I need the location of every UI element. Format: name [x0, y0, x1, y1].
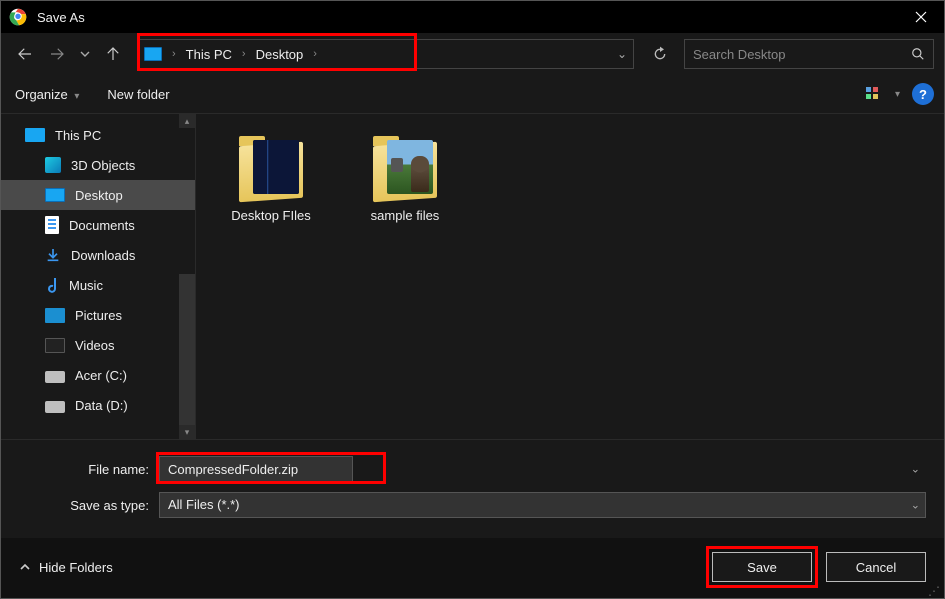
- desktop-icon: [45, 188, 65, 202]
- documents-icon: [45, 216, 59, 234]
- breadcrumb-history-icon[interactable]: ⌄: [617, 47, 627, 61]
- scroll-down-button[interactable]: ▾: [179, 425, 195, 439]
- drive-icon: [45, 401, 65, 413]
- breadcrumb[interactable]: › This PC › Desktop › ⌄: [139, 39, 634, 69]
- filename-input[interactable]: [159, 456, 353, 482]
- folder-icon: Zi mento di arc: [229, 132, 313, 202]
- close-button[interactable]: [898, 1, 944, 33]
- titlebar: Save As: [1, 1, 944, 33]
- toolbar: Organize ▾ New folder ▾ ?: [1, 75, 944, 113]
- navbar: › This PC › Desktop › ⌄: [1, 33, 944, 75]
- view-mode-button[interactable]: [863, 81, 889, 107]
- sidebar-item-desktop[interactable]: Desktop: [1, 180, 195, 210]
- sidebar-item-label: This PC: [55, 128, 101, 143]
- nav-back-button[interactable]: [11, 40, 39, 68]
- folder-sample-files[interactable]: sample files: [350, 124, 460, 232]
- save-button[interactable]: Save: [712, 552, 812, 582]
- chrome-icon: [9, 8, 27, 26]
- sidebar-item-label: Pictures: [75, 308, 122, 323]
- sidebar-item-label: Videos: [75, 338, 115, 353]
- resize-grip[interactable]: ⋰: [928, 588, 940, 594]
- savetype-label: Save as type:: [19, 498, 149, 513]
- filename-label: File name:: [19, 462, 149, 477]
- breadcrumb-this-pc[interactable]: This PC: [182, 40, 236, 68]
- downloads-icon: [45, 247, 61, 263]
- 3d-objects-icon: [45, 157, 61, 173]
- recent-locations-button[interactable]: [75, 40, 95, 68]
- folder-label: sample files: [371, 208, 440, 224]
- sidebar-item-label: Documents: [69, 218, 135, 233]
- chevron-right-icon: ›: [311, 48, 319, 60]
- sidebar-item-pictures[interactable]: Pictures: [1, 300, 195, 330]
- sidebar: ▴ ▾ This PC 3D Objects Desktop Documents: [1, 114, 196, 439]
- help-button[interactable]: ?: [912, 83, 934, 105]
- sidebar-item-drive-c[interactable]: Acer (C:): [1, 360, 195, 390]
- sidebar-item-videos[interactable]: Videos: [1, 330, 195, 360]
- pictures-icon: [45, 308, 65, 323]
- chevron-right-icon: ›: [170, 48, 178, 60]
- sidebar-item-label: Acer (C:): [75, 368, 127, 383]
- window-title: Save As: [37, 10, 85, 25]
- sidebar-item-documents[interactable]: Documents: [1, 210, 195, 240]
- drive-icon: [45, 371, 65, 383]
- sidebar-item-label: 3D Objects: [71, 158, 135, 173]
- videos-icon: [45, 338, 65, 353]
- folder-label: Desktop FIles: [231, 208, 310, 224]
- refresh-button[interactable]: [646, 40, 674, 68]
- chevron-down-icon: ▾: [74, 91, 79, 102]
- savetype-select[interactable]: All Files (*.*): [159, 492, 926, 518]
- pc-icon: [25, 128, 45, 142]
- folder-desktop-files[interactable]: Zi mento di arc Desktop FIles: [216, 124, 326, 232]
- cancel-button[interactable]: Cancel: [826, 552, 926, 582]
- sidebar-item-label: Data (D:): [75, 398, 128, 413]
- chevron-down-icon: ▾: [895, 89, 900, 100]
- search-input[interactable]: [693, 47, 925, 62]
- music-icon: [45, 276, 59, 294]
- nav-forward-button[interactable]: [43, 40, 71, 68]
- sidebar-item-drive-d[interactable]: Data (D:): [1, 390, 195, 420]
- new-folder-button[interactable]: New folder: [107, 87, 169, 102]
- search-box[interactable]: [684, 39, 934, 69]
- action-bar: Hide Folders Save Cancel: [1, 538, 944, 598]
- sidebar-item-label: Desktop: [75, 188, 123, 203]
- breadcrumb-desktop[interactable]: Desktop: [252, 40, 308, 68]
- save-as-dialog: Save As › This PC › Desktop › ⌄: [0, 0, 945, 599]
- chevron-down-icon[interactable]: ⌄: [911, 463, 920, 476]
- chevron-right-icon: ›: [240, 48, 248, 60]
- sidebar-this-pc[interactable]: This PC: [1, 120, 195, 150]
- sidebar-item-3d-objects[interactable]: 3D Objects: [1, 150, 195, 180]
- scrollbar-thumb[interactable]: [179, 274, 195, 434]
- scroll-up-button[interactable]: ▴: [179, 114, 195, 128]
- sidebar-item-label: Music: [69, 278, 103, 293]
- sidebar-item-music[interactable]: Music: [1, 270, 195, 300]
- hide-folders-button[interactable]: Hide Folders: [19, 560, 113, 575]
- search-icon: [911, 47, 925, 61]
- sidebar-item-label: Downloads: [71, 248, 135, 263]
- middle-pane: ▴ ▾ This PC 3D Objects Desktop Documents: [1, 113, 944, 439]
- pc-icon: [144, 47, 162, 61]
- sidebar-item-downloads[interactable]: Downloads: [1, 240, 195, 270]
- nav-up-button[interactable]: [99, 40, 127, 68]
- file-pane[interactable]: Zi mento di arc Desktop FIles sample fil…: [196, 114, 944, 439]
- form-area: File name: ⌄ Save as type: All Files (*.…: [1, 439, 944, 538]
- organize-menu[interactable]: Organize ▾: [15, 87, 79, 102]
- folder-icon: [363, 132, 447, 202]
